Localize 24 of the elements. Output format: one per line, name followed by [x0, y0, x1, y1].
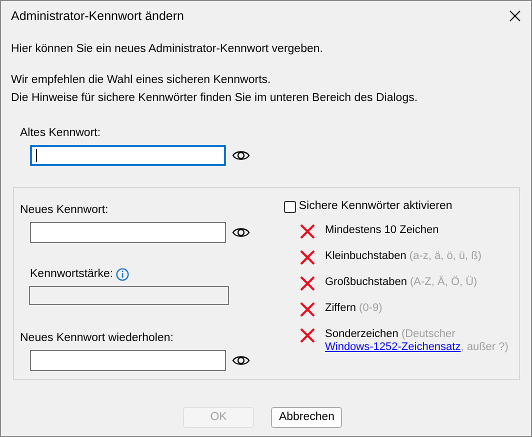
eye-icon[interactable]	[232, 150, 250, 161]
link[interactable]: Windows-1252-Zeichensatz	[325, 341, 461, 354]
field-label: Kennwortstärke:	[30, 267, 114, 282]
info-icon[interactable]	[116, 268, 129, 282]
password-field[interactable]	[30, 350, 226, 371]
intro-text: Wir empfehlen die Wahl eines sicheren Kennworts.	[11, 73, 272, 88]
close-icon[interactable]	[509, 10, 521, 22]
requirement-text: Sonderzeichen (Deutscher Windows-1252-Zeichensatz, außer ?)	[325, 328, 510, 354]
intro-text: Die Hinweise für sichere Kennwörter finden Sie im unteren Bereich des Dialogs.	[11, 90, 419, 106]
requirement-text: Ziffern (0-9)	[325, 302, 384, 316]
eye-icon[interactable]	[232, 227, 250, 238]
requirement-text: Großbuchstaben (A-Z, Ä, Ö, Ü)	[325, 276, 478, 290]
password-field[interactable]	[30, 145, 226, 166]
requirement-text: Mindestens 10 Zeichen	[325, 224, 440, 238]
window-title: Administrator-Kennwort ändern	[11, 8, 184, 25]
password-field[interactable]	[30, 222, 226, 244]
requirement-text: Kleinbuchstaben (a-z, ä, ö, ü, ß)	[325, 250, 483, 264]
field-label: Neues Kennwort:	[20, 203, 110, 218]
eye-icon[interactable]	[232, 354, 250, 366]
checkbox[interactable]: Sichere Kennwörter aktivieren	[284, 198, 515, 216]
intro-text: Hier können Sie ein neues Administrator-Kennwort vergeben.	[11, 42, 324, 57]
cancel-button[interactable]: Abbrechen	[271, 407, 342, 428]
field-label: Neues Kennwort wiederholen:	[20, 330, 174, 346]
field-label: Altes Kennwort:	[20, 126, 102, 141]
